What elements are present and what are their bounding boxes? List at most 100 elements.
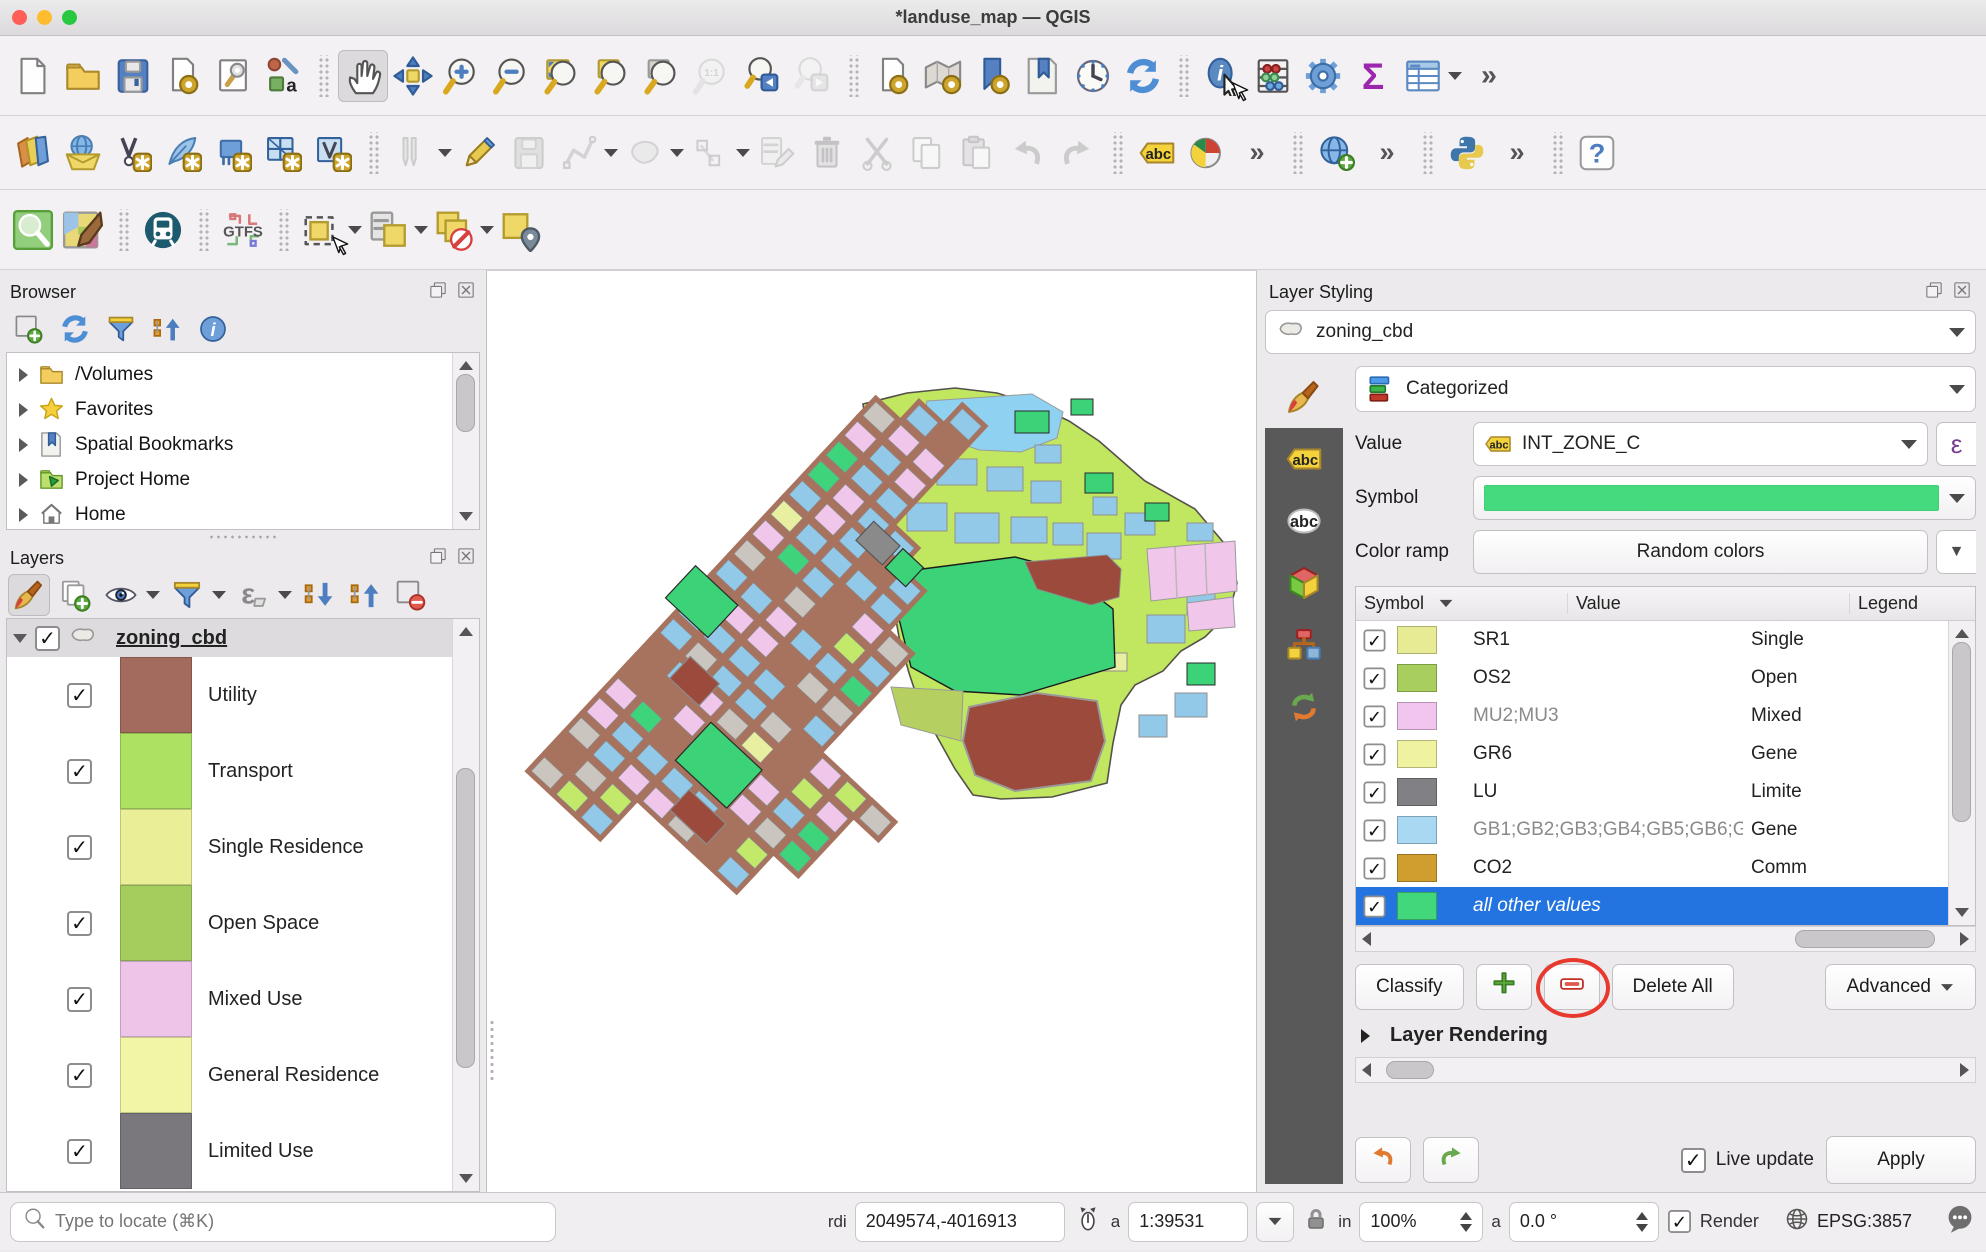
expand-icon[interactable] [19,403,28,417]
crs-globe-icon[interactable] [1783,1205,1811,1238]
category-checkbox[interactable]: ✓ [1364,743,1386,765]
transit-routing-button[interactable] [138,204,188,256]
legend-checkbox[interactable]: ✓ [67,1063,92,1088]
help-button[interactable]: ? [1572,127,1622,179]
close-panel-icon[interactable] [1952,280,1972,305]
expand-icon[interactable] [19,438,28,452]
collapse-all-button[interactable] [146,308,188,350]
undo-button[interactable] [1002,127,1052,179]
new-geopackage-layer-button[interactable] [158,127,208,179]
scale-dropdown[interactable] [1256,1202,1294,1242]
category-checkbox[interactable]: ✓ [1364,629,1386,651]
new-3d-map-view-button[interactable] [918,50,968,102]
category-row[interactable]: ✓all other values [1356,887,1948,925]
layers-scrollbar[interactable] [452,619,479,1191]
rotation-input[interactable] [1520,1211,1630,1232]
deselect-features-button[interactable] [430,204,480,256]
browser-item-home[interactable]: Home [7,497,479,530]
osm-place-search-button[interactable] [8,204,58,256]
color-ramp-dropdown[interactable]: ▼ [1936,530,1976,574]
category-row[interactable]: ✓CO2Comm [1356,849,1948,887]
rotation-box[interactable] [1509,1202,1659,1242]
legend-item-mixed-use[interactable]: ✓Mixed Use [7,961,479,1037]
browser-item-project-home[interactable]: Project Home [7,462,479,497]
styling-tab-masks[interactable]: abc [1265,490,1343,552]
dropdown-arrow-icon[interactable] [348,226,362,234]
styling-tab-history[interactable] [1265,676,1343,738]
paste-features-button[interactable] [952,127,1002,179]
zoom-to-selection-button[interactable] [588,50,638,102]
zoom-native-button[interactable]: 1:1 [688,50,738,102]
new-spatial-bookmark-button[interactable] [968,50,1018,102]
category-row[interactable]: ✓GB1;GB2;GB3;GB4;GB5;GB6;GB7Gene [1356,811,1948,849]
zoom-full-button[interactable] [538,50,588,102]
lock-icon[interactable] [1302,1205,1330,1238]
save-layer-edits-button[interactable] [504,127,554,179]
spinner[interactable] [1460,1212,1472,1232]
sort-icon[interactable] [1440,600,1453,607]
browser-scrollbar[interactable] [452,353,479,529]
dropdown-arrow-icon[interactable] [146,591,160,599]
legend-item-utility[interactable]: ✓Utility [7,657,479,733]
select-features-button[interactable] [298,204,348,256]
zoning-map[interactable] [487,271,1251,1193]
legend-item-general-residence[interactable]: ✓General Residence [7,1037,479,1113]
digitize-segment-button[interactable] [554,127,604,179]
collapse-layer-icon[interactable] [13,634,27,643]
category-row[interactable]: ✓MU2;MU3Mixed [1356,697,1948,735]
close-panel-icon[interactable] [456,546,476,571]
apply-button[interactable]: Apply [1826,1136,1976,1184]
zoom-window-button[interactable] [62,10,77,25]
label-overflow-button[interactable]: » [1232,127,1282,179]
identify-features-button[interactable]: i [1198,50,1248,102]
filter-browser-button[interactable] [100,308,142,350]
scroll-right-icon[interactable] [1960,932,1969,946]
legend-checkbox[interactable]: ✓ [67,1139,92,1164]
select-by-value-button[interactable] [364,204,414,256]
scale-input[interactable] [1139,1211,1237,1232]
new-project-button[interactable] [8,50,58,102]
col-legend[interactable]: Legend [1850,593,1975,614]
coordinate-input[interactable] [866,1211,1054,1232]
pan-map-button[interactable] [338,50,388,102]
cut-features-button[interactable] [852,127,902,179]
show-layout-manager-button[interactable] [208,50,258,102]
refresh-browser-button[interactable] [54,308,96,350]
new-scratch-layer-button[interactable] [208,127,258,179]
browser-item--volumes[interactable]: /Volumes [7,357,479,392]
undo-style-button[interactable] [1355,1137,1411,1183]
browser-item-favorites[interactable]: Favorites [7,392,479,427]
live-update-checkbox[interactable]: ✓ [1681,1148,1706,1173]
renderer-select[interactable]: Categorized [1355,366,1976,412]
dropdown-arrow-icon[interactable] [278,591,292,599]
expression-builder-button[interactable]: ε [1936,422,1976,466]
symbol-button[interactable] [1473,476,1976,520]
category-swatch[interactable] [1397,664,1437,692]
category-swatch[interactable] [1397,816,1437,844]
dropdown-arrow-icon[interactable] [480,226,494,234]
float-panel-icon[interactable] [428,280,448,305]
new-mesh-layer-button[interactable] [258,127,308,179]
legend-checkbox[interactable]: ✓ [67,759,92,784]
dropdown-arrow-icon[interactable] [414,226,428,234]
legend-item-single-residence[interactable]: ✓Single Residence [7,809,479,885]
collapse-all-layers-button[interactable] [344,574,386,616]
layer-diagram-button[interactable] [1182,127,1232,179]
styling-layer-select[interactable]: zoning_cbd [1265,310,1976,354]
new-map-view-button[interactable] [868,50,918,102]
magnifier-input[interactable] [1370,1211,1454,1232]
vertex-tool-button[interactable] [686,127,736,179]
styling-tab-diagrams[interactable] [1265,614,1343,676]
expand-icon[interactable] [19,508,28,522]
filter-by-expression-button[interactable]: ε [232,574,274,616]
browser-properties-button[interactable]: i [192,308,234,350]
toolbar-overflow-button[interactable]: » [1464,50,1514,102]
delete-selected-button[interactable] [802,127,852,179]
python-console-button[interactable] [1442,127,1492,179]
category-checkbox[interactable]: ✓ [1364,819,1386,841]
map-canvas[interactable] [486,270,1256,1192]
browser-item-spatial-bookmarks[interactable]: Spatial Bookmarks [7,427,479,462]
category-row[interactable]: ✓SR1Single [1356,621,1948,659]
dropdown-arrow-icon[interactable] [212,591,226,599]
copy-features-button[interactable] [902,127,952,179]
